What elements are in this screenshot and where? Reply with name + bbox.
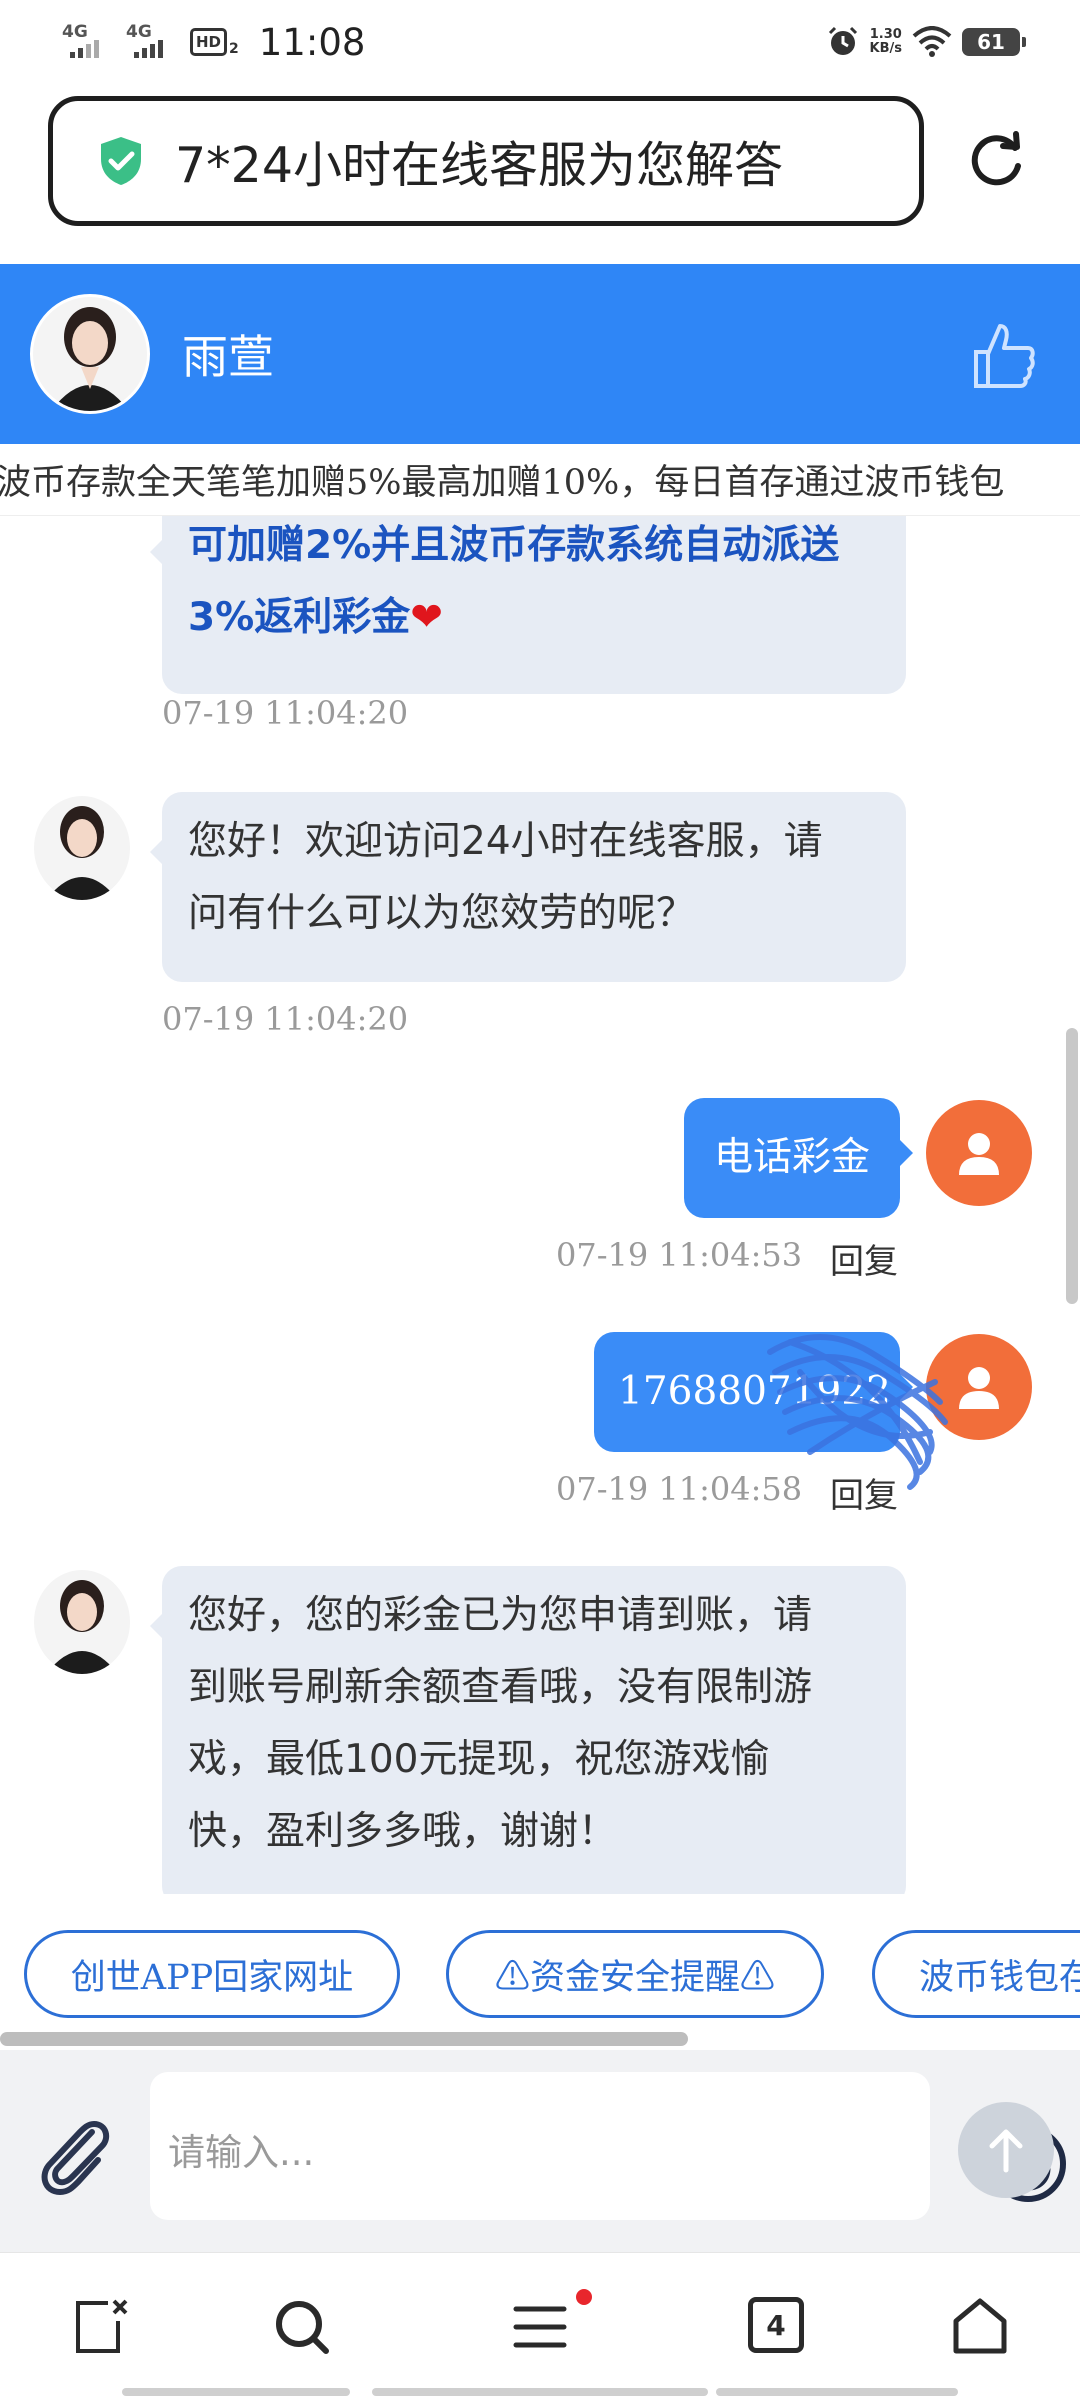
alarm-icon [828,26,857,55]
message-time: 07-19 11:04:58 [556,1470,803,1508]
tabs-count: 4 [766,2308,786,2342]
address-bar[interactable]: 7*24小时在线客服为您解答 [48,96,924,226]
user-message-bubble: 电话彩金 [684,1098,913,1218]
agent-message-bubble: 您好，您的彩金已为您申请到账，请 到账号刷新余额查看哦，没有限制游 戏，最低10… [150,1566,906,1894]
message-time: 07-19 11:04:20 [162,694,409,732]
battery-icon: 61 [962,28,1026,56]
browser-bottom-nav: 4 [0,2252,1080,2400]
user-avatar [926,1100,1032,1206]
status-right: 1.30 KB/s 61 [826,25,1026,59]
reload-icon[interactable] [965,130,1027,192]
network-type-1: 4G [62,22,88,42]
chat-header: 雨萱 [0,264,1080,444]
chat-scrollbar[interactable] [1066,516,1080,1894]
user-icon [959,1367,999,1409]
close-page-icon[interactable] [72,2297,132,2357]
tabs-button[interactable]: 4 [748,2297,804,2353]
quick-replies: 创世APP回家网址 ⚠资金安全提醒⚠ 波币钱包存 [0,1894,1080,2034]
quick-reply-wallet[interactable]: 波币钱包存 [872,1930,1080,2018]
wifi-icon [912,26,952,57]
message-composer: 请输入... [0,2050,1080,2252]
send-button[interactable] [958,2102,1054,2198]
arrow-up-icon [989,2129,1023,2173]
signal-icon-2: 4G [126,22,180,62]
shield-check-icon [101,137,141,185]
gesture-bar [122,2388,350,2396]
chat-messages[interactable]: 可加赠2%并且波币存款系统自动派送 3%返利彩金❤ 07-19 11:04:20… [0,516,1080,1894]
network-speed: 1.30 KB/s [869,27,902,56]
reply-link[interactable]: 回复 [830,1468,898,1517]
status-left: 4G 4G HD 2 11:08 [62,21,365,64]
hd-voice-icon: HD 2 [190,27,239,57]
signal-icon-1: 4G [62,22,116,62]
agent-message-bubble: 您好！欢迎访问24小时在线客服，请 问有什么可以为您效劳的呢？ [150,792,906,982]
quick-reply-security[interactable]: ⚠资金安全提醒⚠ [446,1930,824,2018]
announcement-text: 波币存款全天笔笔加赠5%最高加赠10%，每日首存通过波币钱包 [0,463,1005,503]
thumbs-up-icon[interactable] [972,320,1036,390]
gesture-bar [716,2388,958,2396]
agent-avatar-small [34,796,130,900]
user-icon [959,1133,999,1175]
announcement-marquee: 波币存款全天笔笔加赠5%最高加赠10%，每日首存通过波币钱包 [0,444,1080,516]
search-icon[interactable] [272,2297,332,2357]
clock: 11:08 [258,20,366,64]
message-time: 07-19 11:04:20 [162,1000,409,1038]
message-time: 07-19 11:04:53 [556,1236,803,1274]
reply-link[interactable]: 回复 [830,1234,898,1283]
message-input-placeholder: 请输入... [168,2131,315,2174]
chat-scroll-thumb[interactable] [1066,1028,1078,1304]
agent-avatar-small [34,1570,130,1674]
page-title: 7*24小时在线客服为您解答 [175,136,784,194]
heart-emoji: ❤ [410,595,443,640]
network-type-2: 4G [126,22,152,42]
status-bar: 4G 4G HD 2 11:08 1.30 KB/s 61 [0,0,1080,84]
agent-message-bubble: 可加赠2%并且波币存款系统自动派送 3%返利彩金❤ [150,516,906,694]
message-input[interactable]: 请输入... [150,2072,1066,2220]
attachment-icon[interactable] [36,2112,116,2196]
home-icon[interactable] [950,2297,1010,2357]
notification-dot [576,2289,592,2305]
quick-reply-app-url[interactable]: 创世APP回家网址 [24,1930,400,2018]
agent-avatar [30,294,150,414]
menu-icon[interactable] [510,2297,570,2357]
gesture-bar [372,2388,708,2396]
quick-replies-scrollbar[interactable] [0,2032,688,2046]
agent-name: 雨萱 [182,330,274,384]
